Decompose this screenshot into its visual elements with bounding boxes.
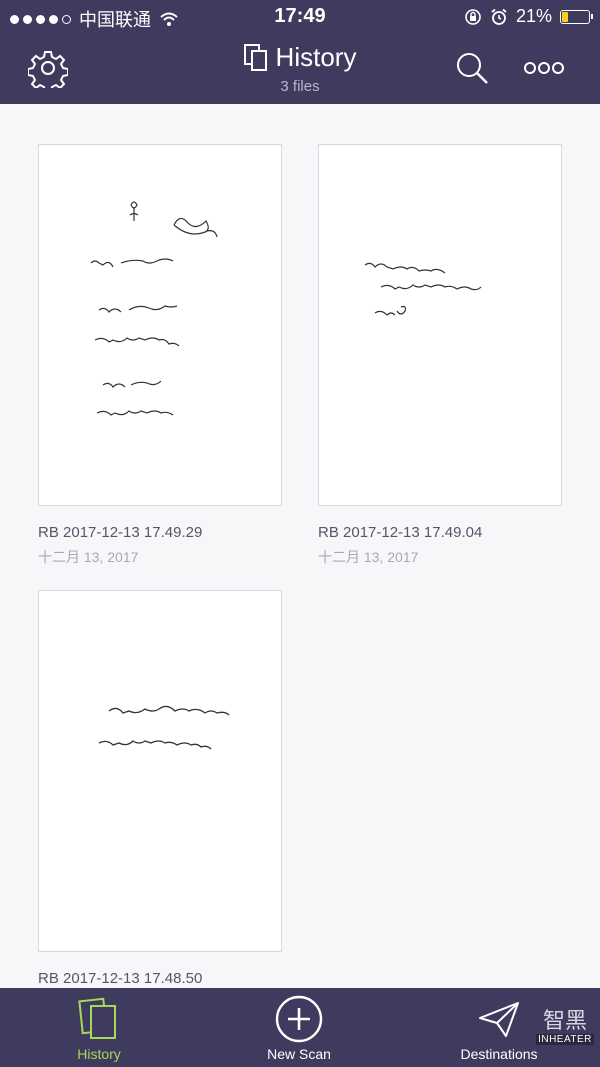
search-button[interactable] — [450, 46, 494, 90]
tab-history[interactable]: History — [24, 988, 174, 1067]
tab-history-label: History — [77, 1046, 121, 1062]
handwriting-scribbles — [98, 705, 230, 750]
more-button[interactable] — [522, 46, 566, 90]
file-grid: RB 2017-12-13 17.49.29 十二月 13, 2017 RB 2… — [0, 116, 600, 988]
page-title-text: History — [275, 42, 357, 72]
page-title: History — [0, 42, 600, 73]
title-bar: History 3 files — [0, 34, 600, 104]
file-date: 十二月 13, 2017 — [38, 549, 139, 565]
tab-new-scan-label: New Scan — [267, 1046, 331, 1062]
file-name: RB 2017-12-13 17.49.29 — [38, 524, 203, 541]
file-name: RB 2017-12-13 17.48.50 — [38, 970, 203, 987]
battery-icon — [560, 9, 593, 24]
file-card[interactable]: RB 2017-12-13 17.48.50 — [38, 590, 282, 988]
tab-new-scan[interactable]: New Scan — [224, 988, 374, 1067]
watermark-logo: 智黑 INHEATER — [536, 1008, 594, 1045]
battery-percent: 21% — [515, 6, 552, 26]
plus-circle-icon — [275, 995, 323, 1043]
app-header: 中国联通 17:49 21% History 3 files — [0, 0, 600, 104]
watermark-brand: INHEATER — [536, 1034, 594, 1045]
file-thumbnail[interactable] — [38, 590, 282, 952]
history-files-icon — [78, 997, 116, 1039]
file-date: 十二月 13, 2017 — [318, 549, 419, 565]
tab-bar: History New Scan Destinations — [0, 988, 600, 1067]
paper-plane-icon — [479, 1002, 519, 1037]
watermark-text: 智黑 — [542, 1008, 587, 1033]
search-icon — [457, 53, 488, 84]
files-icon — [243, 43, 267, 71]
file-name: RB 2017-12-13 17.49.04 — [318, 524, 483, 541]
file-thumbnail[interactable] — [38, 144, 282, 506]
handwriting-scribbles — [90, 201, 218, 416]
more-icon — [524, 62, 564, 74]
tab-destinations-label: Destinations — [460, 1046, 538, 1062]
rotation-lock-icon — [465, 8, 481, 25]
file-thumbnail[interactable] — [318, 144, 562, 506]
alarm-icon — [491, 8, 507, 25]
file-card[interactable]: RB 2017-12-13 17.49.04 十二月 13, 2017 — [318, 144, 562, 567]
status-bar: 中国联通 17:49 21% — [0, 0, 600, 34]
file-count: 3 files — [280, 78, 320, 95]
file-card[interactable]: RB 2017-12-13 17.49.29 十二月 13, 2017 — [38, 144, 282, 567]
handwriting-scribbles — [364, 262, 482, 316]
